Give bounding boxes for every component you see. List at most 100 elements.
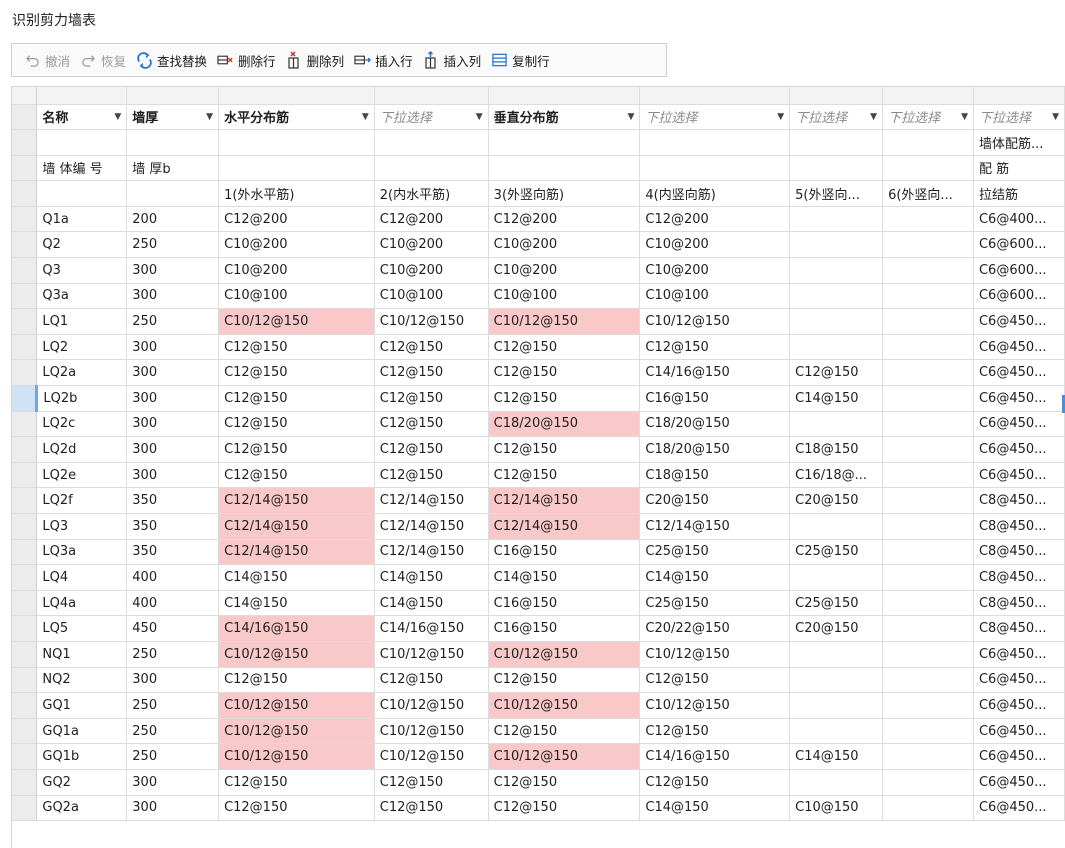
- table-cell[interactable]: 400: [126, 590, 220, 617]
- table-cell[interactable]: C12/14@150: [488, 487, 641, 514]
- table-cell[interactable]: C12@150: [488, 667, 641, 694]
- table-cell[interactable]: C6@450...: [973, 436, 1065, 463]
- table-cell[interactable]: 300: [126, 795, 220, 822]
- row-header[interactable]: [12, 513, 38, 540]
- row-header[interactable]: [12, 718, 38, 745]
- table-cell[interactable]: C12@150: [218, 795, 375, 822]
- row-header[interactable]: [12, 129, 38, 156]
- table-cell[interactable]: GQ1b: [36, 743, 128, 770]
- table-cell[interactable]: C10/12@150: [639, 641, 791, 668]
- table-cell[interactable]: C12@200: [374, 206, 489, 233]
- table-cell[interactable]: [374, 155, 489, 182]
- table-cell[interactable]: C12@150: [488, 436, 641, 463]
- table-row[interactable]: NQ2 300 C12@150 C12@150 C12@150 C12@150 C6@450…: [12, 667, 1065, 694]
- table-cell[interactable]: [882, 539, 974, 566]
- table-cell[interactable]: C20@150: [639, 487, 791, 514]
- table-cell[interactable]: C12@200: [639, 206, 791, 233]
- column-header-dropdown[interactable]: 下拉选择 ▼: [374, 104, 489, 131]
- table-cell[interactable]: C25@150: [639, 590, 791, 617]
- table-cell[interactable]: C16@150: [488, 590, 641, 617]
- table-cell[interactable]: C10/12@150: [488, 743, 641, 770]
- row-header[interactable]: [12, 359, 38, 387]
- table-cell[interactable]: C12/14@150: [218, 487, 375, 514]
- table-cell[interactable]: C6@600...: [973, 257, 1065, 284]
- row-header[interactable]: [12, 641, 38, 668]
- table-cell[interactable]: C14@150: [639, 564, 791, 591]
- table-cell[interactable]: C16@150: [488, 615, 641, 642]
- dropdown-arrow-icon[interactable]: ▼: [206, 112, 213, 122]
- table-cell[interactable]: C12@200: [218, 206, 375, 233]
- table-cell[interactable]: [488, 129, 641, 156]
- table-cell[interactable]: 墙 体编 号: [36, 155, 128, 182]
- table-cell[interactable]: C12@150: [218, 436, 375, 463]
- table-cell[interactable]: C10/12@150: [374, 743, 489, 770]
- table-cell[interactable]: 250: [126, 641, 220, 668]
- table-cell[interactable]: C12@150: [218, 359, 375, 387]
- column-header-dropdown[interactable]: 下拉选择 ▼: [882, 104, 974, 131]
- table-cell[interactable]: C12@150: [488, 769, 641, 796]
- table-cell[interactable]: C14@150: [789, 743, 884, 770]
- redo-button[interactable]: 恢复: [75, 47, 131, 73]
- table-cell[interactable]: C25@150: [789, 539, 884, 566]
- table-cell[interactable]: 4(内竖向筋): [639, 180, 791, 207]
- table-cell[interactable]: C12@150: [789, 359, 884, 387]
- table-cell[interactable]: C20@150: [789, 487, 884, 514]
- row-header[interactable]: [12, 231, 38, 259]
- column-letter-cell[interactable]: [36, 87, 128, 105]
- table-cell[interactable]: C14/16@150: [218, 615, 375, 642]
- table-cell[interactable]: C6@450...: [973, 385, 1065, 412]
- table-cell[interactable]: [882, 769, 974, 796]
- table-cell[interactable]: 250: [126, 692, 220, 719]
- table-cell[interactable]: C12@150: [218, 411, 375, 438]
- table-cell[interactable]: C12@150: [374, 359, 489, 387]
- table-cell[interactable]: [882, 795, 974, 822]
- table-row[interactable]: GQ1a 250 C10/12@150 C10/12@150 C12@150 C12@15…: [12, 718, 1065, 745]
- table-cell[interactable]: [789, 334, 884, 361]
- table-cell[interactable]: 300: [126, 334, 220, 361]
- table-cell[interactable]: C10/12@150: [488, 641, 641, 668]
- table-cell[interactable]: Q3a: [36, 283, 128, 310]
- table-cell[interactable]: [36, 180, 128, 207]
- table-cell[interactable]: [882, 692, 974, 719]
- table-cell[interactable]: C6@450...: [973, 462, 1065, 489]
- table-cell[interactable]: C12@150: [374, 795, 489, 822]
- table-cell[interactable]: C12@150: [218, 385, 375, 412]
- table-cell[interactable]: C6@450...: [973, 359, 1065, 387]
- table-cell[interactable]: 250: [126, 231, 220, 259]
- table-row[interactable]: GQ2 300 C12@150 C12@150 C12@150 C12@150 C6@450…: [12, 769, 1065, 796]
- copy-row-button[interactable]: 复制行: [486, 47, 555, 73]
- table-cell[interactable]: C8@450...: [973, 564, 1065, 591]
- table-cell[interactable]: C6@450...: [973, 667, 1065, 694]
- table-cell[interactable]: [218, 155, 375, 182]
- table-cell[interactable]: [789, 129, 884, 156]
- table-cell[interactable]: [789, 231, 884, 259]
- table-cell[interactable]: C14/16@150: [639, 359, 791, 387]
- table-row[interactable]: LQ2 300 C12@150 C12@150 C12@150 C12@150 C6@450…: [12, 334, 1065, 361]
- row-header[interactable]: [12, 283, 38, 310]
- table-cell[interactable]: C25@150: [639, 539, 791, 566]
- table-cell[interactable]: C12@150: [374, 411, 489, 438]
- table-cell[interactable]: C8@450...: [973, 590, 1065, 617]
- dropdown-arrow-icon[interactable]: ▼: [476, 112, 483, 122]
- table-cell[interactable]: C6@450...: [973, 769, 1065, 796]
- table-cell[interactable]: 3(外竖向筋): [488, 180, 641, 207]
- table-cell[interactable]: LQ1: [36, 308, 128, 335]
- column-letter-cell[interactable]: [973, 87, 1065, 105]
- table-cell[interactable]: C12@150: [374, 385, 489, 412]
- table-cell[interactable]: [882, 667, 974, 694]
- table-cell[interactable]: 1(外水平筋): [218, 180, 375, 207]
- table-cell[interactable]: C12/14@150: [218, 539, 375, 566]
- table-cell[interactable]: [789, 206, 884, 233]
- column-letter-cell[interactable]: [374, 87, 489, 105]
- table-cell[interactable]: [882, 487, 974, 514]
- table-cell[interactable]: LQ2b: [36, 385, 128, 412]
- table-cell[interactable]: [882, 462, 974, 489]
- table-cell[interactable]: C10@200: [218, 231, 375, 259]
- table-cell[interactable]: [882, 385, 974, 412]
- table-cell[interactable]: LQ2f: [36, 487, 128, 514]
- table-cell[interactable]: C12@150: [218, 769, 375, 796]
- table-cell[interactable]: C10/12@150: [374, 308, 489, 335]
- row-header[interactable]: [12, 257, 38, 284]
- insert-row-button[interactable]: 插入行: [349, 47, 418, 73]
- table-row[interactable]: LQ2a 300 C12@150 C12@150 C12@150 C14/16@150 C1…: [12, 359, 1065, 387]
